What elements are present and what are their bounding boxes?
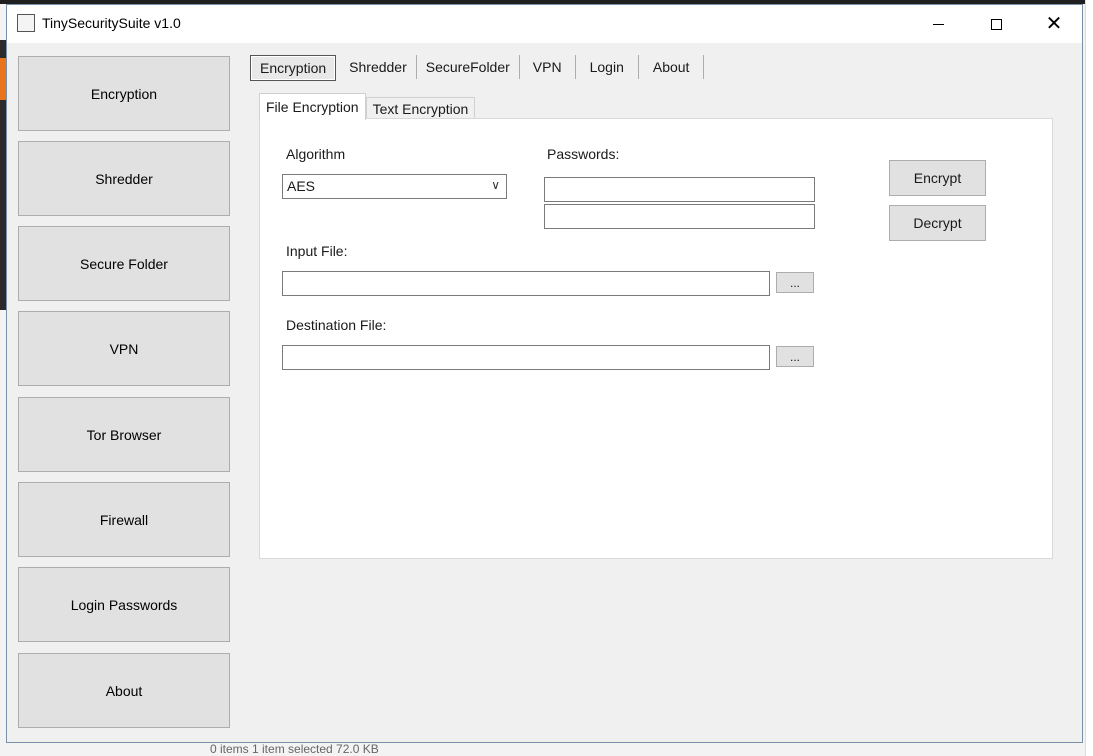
sidebar-item-encryption[interactable]: Encryption [18, 56, 230, 131]
tab-login[interactable]: Login [576, 55, 639, 79]
tab-vpn[interactable]: VPN [520, 55, 576, 79]
top-tab-strip: Encryption Shredder SecureFolder VPN Log… [250, 55, 705, 83]
encrypt-button[interactable]: Encrypt [889, 160, 986, 196]
sidebar-item-tor-browser[interactable]: Tor Browser [18, 397, 230, 472]
tab-about[interactable]: About [639, 55, 705, 79]
close-icon: ✕ [1045, 13, 1063, 35]
sidebar-item-about[interactable]: About [18, 653, 230, 728]
passwords-label: Passwords: [547, 146, 620, 162]
destination-file-browse-button[interactable]: ... [776, 346, 814, 367]
password-field[interactable] [544, 177, 815, 202]
destination-file-field[interactable] [282, 345, 770, 370]
tab-encryption[interactable]: Encryption [250, 55, 337, 81]
maximize-icon [990, 18, 1002, 30]
algorithm-value: AES [287, 178, 316, 194]
minimize-button[interactable] [909, 5, 967, 43]
sidebar-item-secure-folder[interactable]: Secure Folder [18, 226, 230, 301]
background-status-text: 0 items 1 item selected 72.0 KB [210, 742, 379, 756]
algorithm-select[interactable]: AES ∨ [282, 174, 507, 199]
input-file-label: Input File: [286, 243, 348, 259]
chevron-down-icon: ∨ [491, 178, 500, 192]
tab-text-encryption[interactable]: Text Encryption [365, 97, 476, 120]
maximize-button[interactable] [967, 5, 1025, 43]
sidebar-item-vpn[interactable]: VPN [18, 311, 230, 386]
sidebar-item-login-passwords[interactable]: Login Passwords [18, 567, 230, 642]
close-button[interactable]: ✕ [1025, 5, 1083, 43]
background-explorer-edge [1085, 0, 1093, 756]
destination-file-label: Destination File: [286, 317, 387, 333]
app-window: TinySecuritySuite v1.0 ✕ Encryption Shre… [6, 4, 1083, 743]
sidebar-item-shredder[interactable]: Shredder [18, 141, 230, 216]
minimize-icon [932, 23, 944, 25]
algorithm-label: Algorithm [286, 146, 346, 162]
tab-shredder[interactable]: Shredder [340, 55, 417, 79]
tab-file-encryption[interactable]: File Encryption [259, 93, 366, 120]
decrypt-button[interactable]: Decrypt [889, 205, 986, 241]
password-confirm-field[interactable] [544, 204, 815, 229]
app-icon [17, 14, 35, 32]
input-file-browse-button[interactable]: ... [776, 272, 814, 293]
sidebar-item-firewall[interactable]: Firewall [18, 482, 230, 557]
title-bar[interactable]: TinySecuritySuite v1.0 ✕ [7, 5, 1082, 43]
inner-tab-strip: File Encryption Text Encryption [259, 93, 476, 120]
input-file-field[interactable] [282, 271, 770, 296]
tab-secure-folder[interactable]: SecureFolder [417, 55, 520, 79]
window-title: TinySecuritySuite v1.0 [42, 15, 181, 31]
